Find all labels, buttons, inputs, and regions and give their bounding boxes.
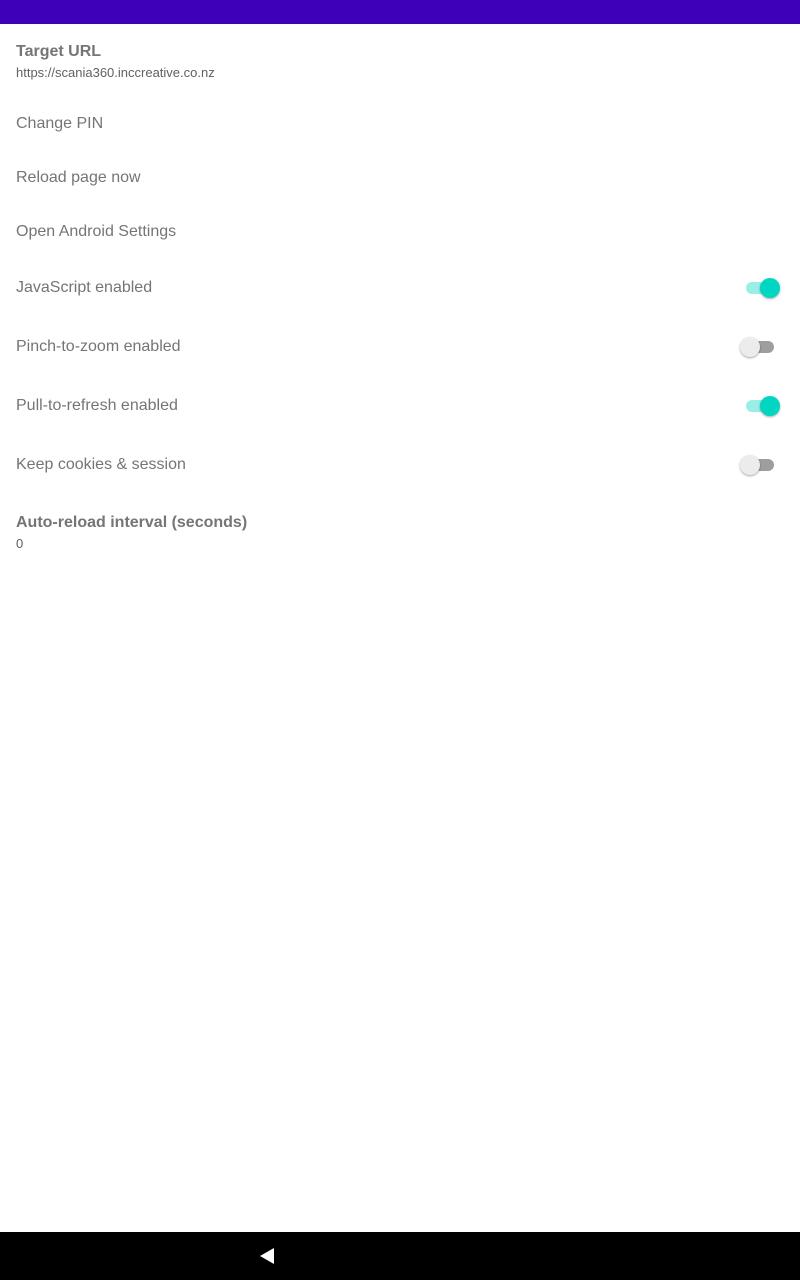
pref-pinch-zoom[interactable]: Pinch-to-zoom enabled <box>0 337 800 361</box>
pref-change-pin[interactable]: Change PIN <box>0 114 800 134</box>
pref-reload-page-title: Reload page now <box>16 169 141 186</box>
pref-open-android-settings[interactable]: Open Android Settings <box>0 222 800 242</box>
pref-auto-reload-title: Auto-reload interval (seconds) <box>16 514 248 531</box>
pref-javascript-title: JavaScript enabled <box>16 279 153 296</box>
pref-target-url[interactable]: Target URL https://scania360.inccreative… <box>0 42 800 82</box>
switch-thumb <box>760 396 780 416</box>
switch-thumb <box>760 278 780 298</box>
javascript-switch[interactable] <box>740 276 780 300</box>
pref-pull-refresh-title: Pull-to-refresh enabled <box>16 397 178 414</box>
navigation-bar <box>0 1232 800 1280</box>
back-triangle-icon <box>260 1248 274 1264</box>
pref-keep-cookies-title: Keep cookies & session <box>16 456 186 473</box>
pref-javascript[interactable]: JavaScript enabled <box>0 278 800 302</box>
pref-keep-cookies[interactable]: Keep cookies & session <box>0 455 800 479</box>
pref-open-android-settings-title: Open Android Settings <box>16 223 177 240</box>
switch-thumb <box>740 455 760 475</box>
pref-auto-reload[interactable]: Auto-reload interval (seconds) 0 <box>0 513 800 553</box>
pull-refresh-switch[interactable] <box>740 394 780 418</box>
pref-pinch-zoom-title: Pinch-to-zoom enabled <box>16 338 181 355</box>
pref-pull-refresh[interactable]: Pull-to-refresh enabled <box>0 396 800 420</box>
pref-target-url-title: Target URL <box>16 43 102 60</box>
status-bar <box>0 0 800 24</box>
pref-reload-page[interactable]: Reload page now <box>0 168 800 188</box>
pinch-zoom-switch[interactable] <box>740 335 780 359</box>
keep-cookies-switch[interactable] <box>740 453 780 477</box>
pref-auto-reload-summary: 0 <box>16 536 24 551</box>
pref-target-url-summary: https://scania360.inccreative.co.nz <box>16 65 215 80</box>
pref-change-pin-title: Change PIN <box>16 115 104 132</box>
switch-thumb <box>740 337 760 357</box>
settings-list: Target URL https://scania360.inccreative… <box>0 24 800 1232</box>
back-button[interactable] <box>254 1244 280 1268</box>
